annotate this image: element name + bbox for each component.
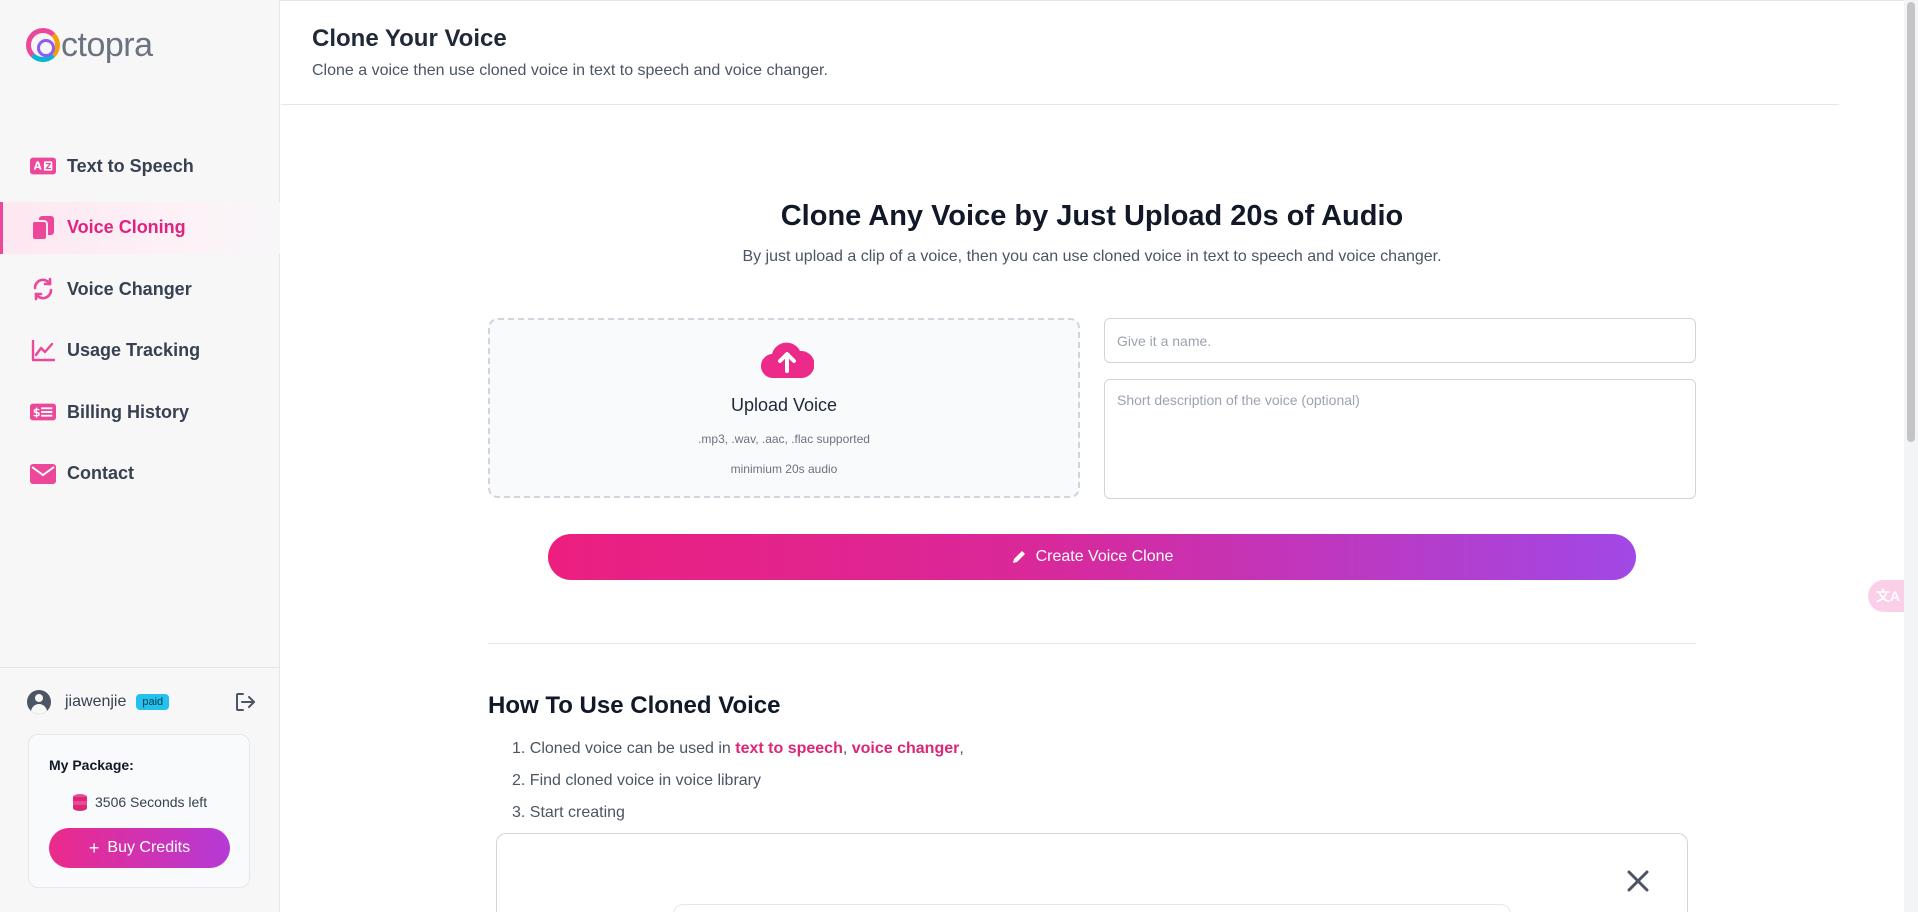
voice-changer-link[interactable]: voice changer (852, 740, 960, 757)
hero-subtitle: By just upload a clip of a voice, then y… (742, 248, 1442, 265)
logo-mark-icon (26, 28, 60, 62)
voice-cloning-icon (30, 215, 56, 240)
scrollbar-thumb[interactable] (1907, 2, 1915, 442)
billing-icon: $ (30, 401, 56, 423)
close-icon[interactable] (1625, 868, 1651, 894)
page-subtitle: Clone a voice then use cloned voice in t… (312, 62, 828, 79)
seconds-left-text: 3506 Seconds left (95, 794, 208, 810)
mail-icon (30, 463, 56, 485)
sidebar-nav: AZ Text to Speech Voice Cloning Voice Ch… (0, 140, 280, 509)
list-item: 3. Start creating (512, 804, 625, 821)
upload-formats: .mp3, .wav, .aac, .flac supported (698, 432, 870, 446)
sidebar-item-contact[interactable]: Contact (0, 448, 280, 500)
sidebar-item-billing-history[interactable]: $ Billing History (0, 386, 280, 438)
text-to-speech-link[interactable]: text to speech (735, 740, 843, 757)
voice-changer-icon (30, 277, 56, 301)
sidebar-item-label: Usage Tracking (67, 340, 201, 360)
sidebar-item-voice-cloning[interactable]: Voice Cloning (0, 201, 280, 254)
upload-minimum: minimium 20s audio (730, 462, 838, 476)
step-suffix: , (959, 740, 964, 757)
logo-text: ctopra (61, 25, 153, 64)
package-card: My Package: 3506 Seconds left + Buy Cred… (28, 734, 250, 888)
sidebar-item-voice-changer[interactable]: Voice Changer (0, 263, 280, 315)
list-item: 2. Find cloned voice in voice library (512, 772, 762, 789)
video-modal (496, 833, 1688, 912)
logout-icon[interactable] (234, 691, 256, 713)
svg-text:Z: Z (45, 161, 51, 171)
voice-name-input[interactable] (1104, 318, 1696, 363)
scrollbar[interactable] (1904, 0, 1918, 912)
step-separator: , (842, 740, 852, 757)
plus-icon: + (88, 837, 100, 858)
upload-dropzone[interactable]: Upload Voice .mp3, .wav, .aac, .flac sup… (488, 318, 1080, 498)
package-title: My Package: (49, 757, 134, 773)
translate-button[interactable]: 文A (1868, 580, 1908, 612)
buy-credits-label: Buy Credits (107, 839, 191, 856)
create-voice-clone-label: Create Voice Clone (1035, 548, 1174, 565)
list-item: 1. Cloned voice can be used in text to s… (512, 738, 964, 770)
hero-title: Clone Any Voice by Just Upload 20s of Au… (780, 200, 1404, 232)
sidebar-item-label: Text to Speech (67, 155, 194, 176)
chart-icon (30, 339, 56, 362)
step-text: 1. Cloned voice can be used in (512, 740, 736, 757)
svg-text:A: A (34, 162, 42, 173)
sidebar-item-label: Billing History (67, 401, 190, 422)
svg-text:$: $ (33, 407, 41, 420)
sidebar-item-usage-tracking[interactable]: Usage Tracking (0, 325, 280, 377)
page-header: Clone Your Voice Clone a voice then use … (281, 1, 1839, 105)
sidebar-item-label: Voice Cloning (67, 217, 186, 237)
status-badge: paid (136, 693, 170, 710)
username: jiawenjie (65, 692, 127, 710)
sidebar-item-label: Contact (67, 463, 134, 483)
coins-icon (71, 793, 89, 811)
user-row: jiawenjie paid (0, 667, 280, 735)
app-root: ctopra AZ Text to Speech Voice Cloning V… (0, 0, 1918, 912)
text-to-speech-icon: AZ (30, 155, 56, 177)
translate-icon: 文A (1875, 588, 1901, 604)
sidebar: ctopra AZ Text to Speech Voice Cloning V… (0, 0, 280, 912)
create-voice-clone-button[interactable]: Create Voice Clone (548, 534, 1636, 580)
section-divider (488, 643, 1696, 644)
avatar[interactable] (27, 689, 51, 714)
upload-label: Upload Voice (730, 395, 838, 415)
howto-title: How To Use Cloned Voice (488, 692, 781, 719)
pencil-icon (1011, 549, 1027, 565)
cloud-upload-icon (760, 340, 815, 380)
sidebar-item-label: Voice Changer (67, 278, 192, 299)
logo[interactable]: ctopra (26, 24, 153, 66)
sidebar-item-text-to-speech[interactable]: AZ Text to Speech (0, 140, 280, 192)
modal-content-frame (673, 904, 1511, 912)
page-title: Clone Your Voice (312, 25, 507, 52)
howto-steps: 1. Cloned voice can be used in text to s… (512, 738, 964, 834)
voice-description-input[interactable] (1104, 379, 1696, 499)
seconds-left: 3506 Seconds left (71, 793, 207, 811)
buy-credits-button[interactable]: + Buy Credits (49, 828, 230, 868)
